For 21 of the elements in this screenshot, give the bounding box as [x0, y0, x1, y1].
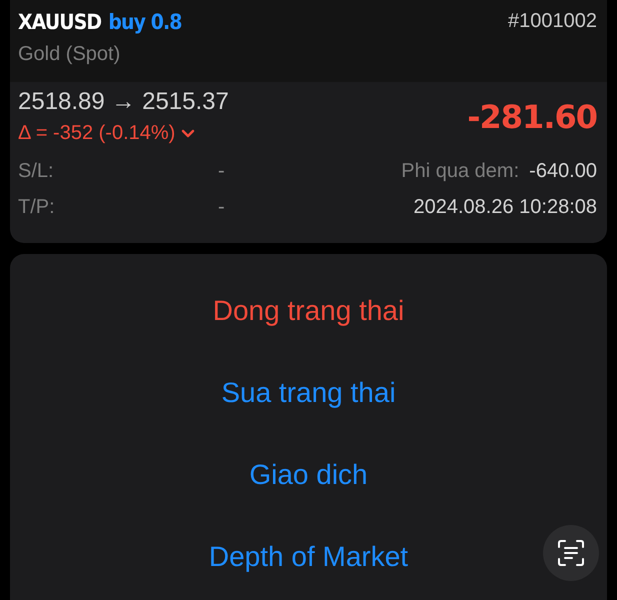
- action-button[interactable]: Depth of Market: [208, 516, 408, 598]
- detail-label: S/L:: [18, 160, 55, 182]
- detail-value: 2024.08.26 10:28:08: [413, 196, 597, 218]
- order-side: buy 0.8: [108, 10, 182, 34]
- detail-value: -: [218, 160, 226, 182]
- action-button[interactable]: Sua trang thai: [221, 352, 396, 434]
- detail-label: T/P:: [18, 196, 56, 218]
- ticket-number: #1001002: [508, 10, 597, 33]
- symbol: XAUUSD: [18, 10, 102, 34]
- profit-value: -281.60: [467, 98, 597, 138]
- price-delta: Δ = -352 (-0.14%): [18, 122, 176, 145]
- detail-value: -640.00: [529, 160, 597, 182]
- detail-label: Phi qua dem:: [400, 160, 520, 182]
- detail-value: -: [218, 196, 226, 218]
- action-button[interactable]: Dong trang thai: [212, 270, 404, 352]
- price-change: 2518.89 → 2515.37: [18, 88, 229, 116]
- chevron-icon[interactable]: [181, 128, 196, 138]
- symbol-description: Gold (Spot): [18, 43, 122, 66]
- action-button[interactable]: Giao dich: [249, 434, 368, 516]
- position-card[interactable]: XAUUSD buy 0.8 #1001002 Gold (Spot) 2518.89 → 2515.37 Δ = -352 (-0.14%) -281.60 S/L: - Phi qua dem: -640.00 T/P: - 2024.08.26 10:28:08: [10, 0, 607, 243]
- scan-text-icon: [557, 539, 585, 567]
